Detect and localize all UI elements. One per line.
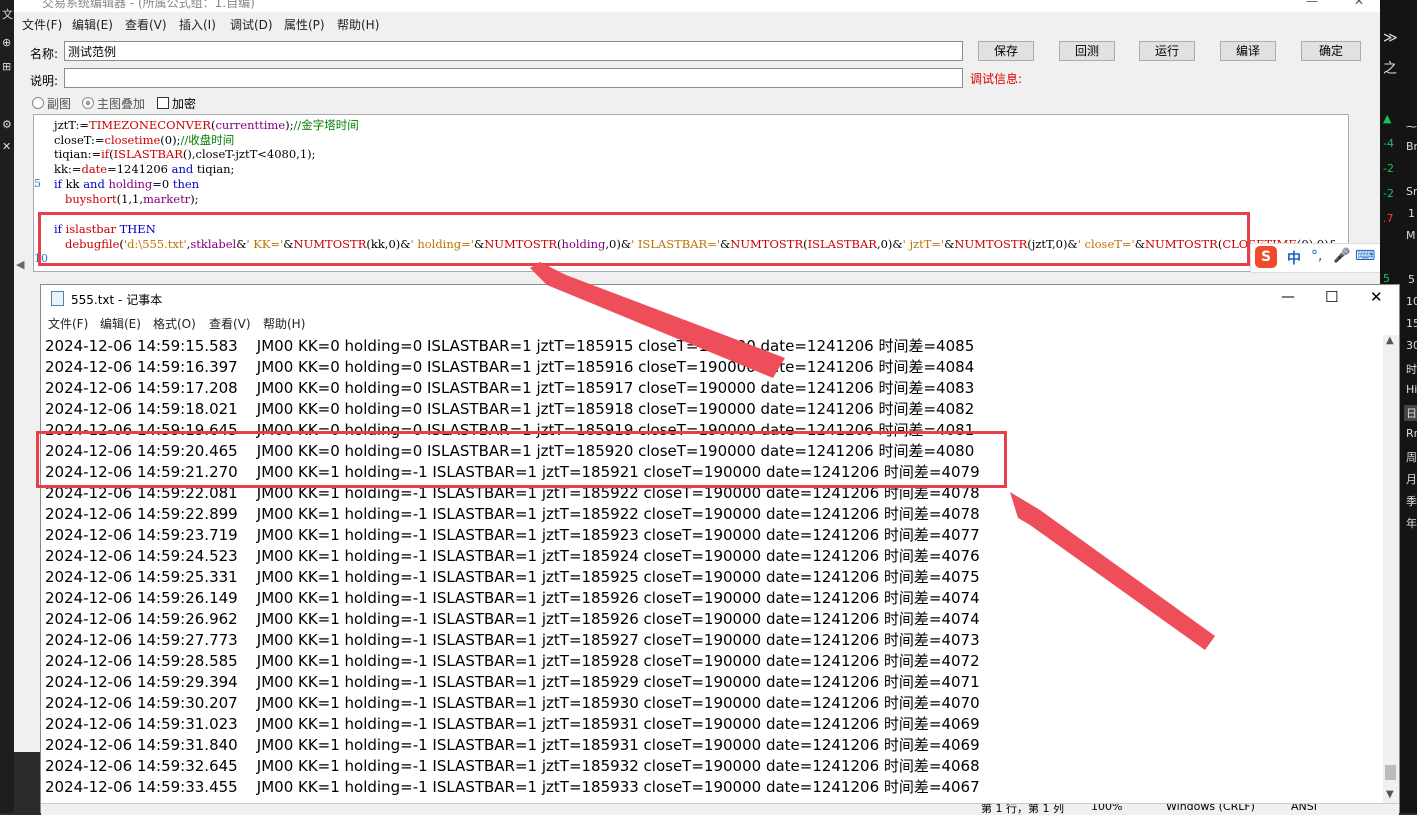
annotation-arrows — [530, 262, 1215, 650]
arrow-to-code — [530, 262, 785, 378]
arrow-to-log — [1010, 492, 1215, 650]
